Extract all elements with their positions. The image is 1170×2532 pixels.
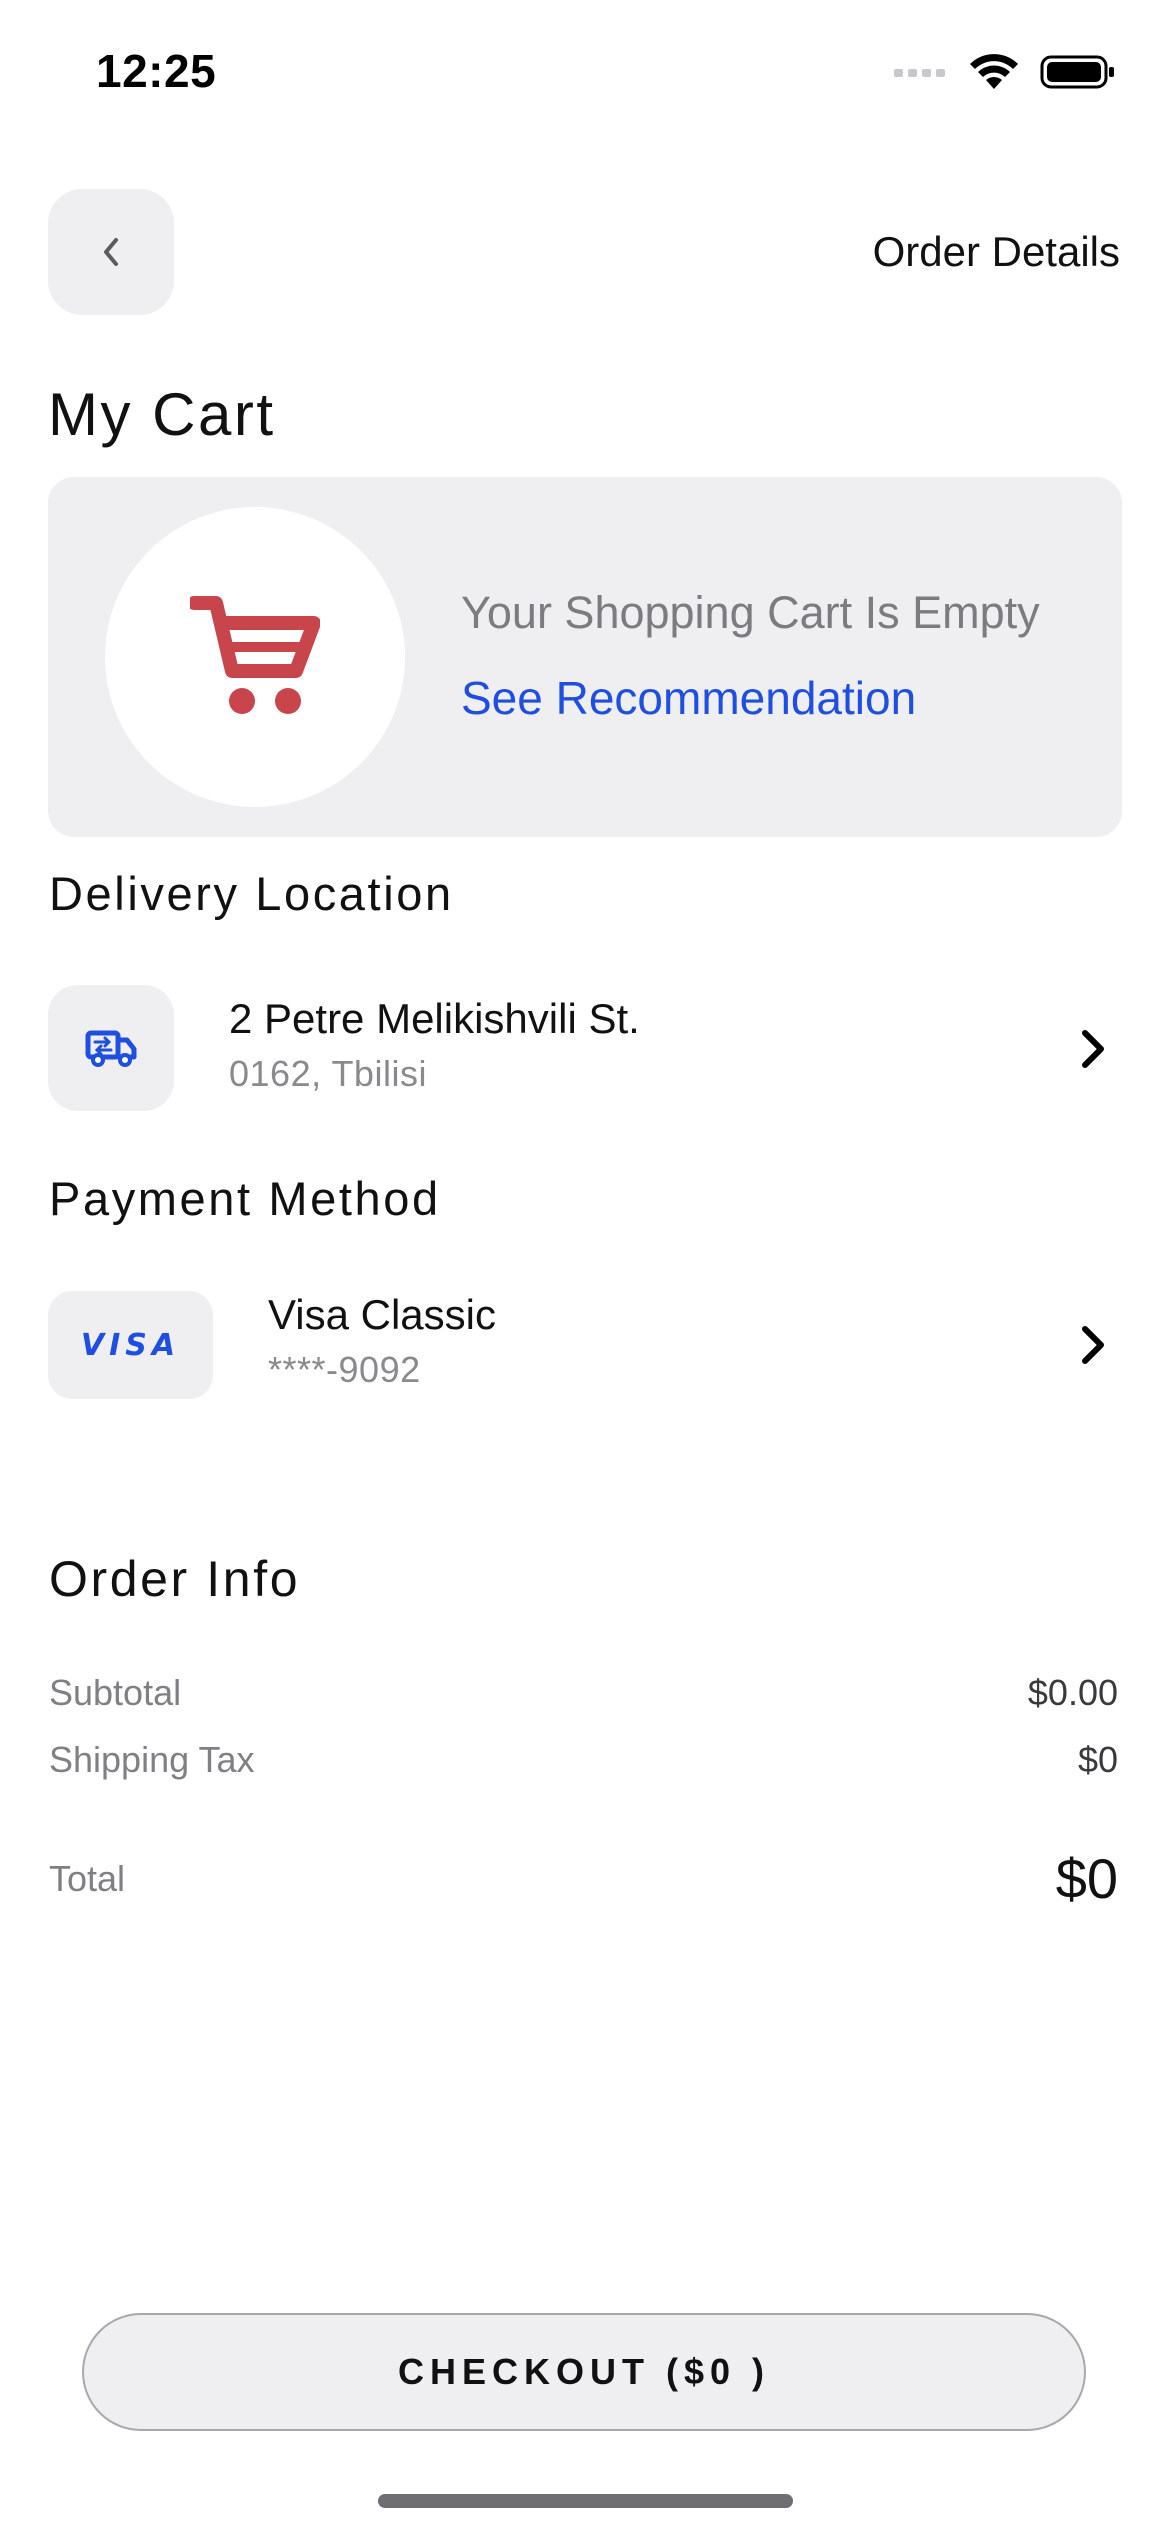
back-button[interactable] xyxy=(48,189,174,315)
visa-logo: VISA xyxy=(80,1327,181,1363)
wifi-icon xyxy=(970,54,1018,89)
shipping-tax-label: Shipping Tax xyxy=(49,1739,255,1780)
total-value: $0 xyxy=(1055,1847,1118,1910)
empty-cart-card: Your Shopping Cart Is Empty See Recommen… xyxy=(48,477,1122,837)
cart-empty-message: Your Shopping Cart Is Empty xyxy=(461,587,1040,638)
header-title: Order Details xyxy=(872,228,1120,275)
total-label: Total xyxy=(49,1858,126,1899)
card-number: ****-9092 xyxy=(268,1349,421,1390)
battery-icon xyxy=(1040,55,1114,89)
cart-icon-circle xyxy=(105,507,405,807)
shopping-cart-icon xyxy=(190,596,320,714)
visa-card-tile: VISA xyxy=(48,1291,213,1399)
payment-method-row[interactable]: VISA Visa Classic ****-9092 xyxy=(48,1291,1122,1399)
page-title: My Cart xyxy=(48,381,276,448)
status-icons xyxy=(894,52,1116,92)
subtotal-value: $0.00 xyxy=(1027,1672,1118,1713)
chevron-right-icon[interactable] xyxy=(1078,1323,1108,1367)
delivery-address-line1: 2 Petre Melikishvili St. xyxy=(229,995,640,1042)
delivery-address-line2: 0162, Tbilisi xyxy=(229,1053,427,1094)
delivery-icon-tile xyxy=(48,985,174,1111)
payment-method-heading: Payment Method xyxy=(49,1172,441,1225)
card-name: Visa Classic xyxy=(268,1291,496,1338)
status-time: 12:25 xyxy=(96,45,217,97)
delivery-location-heading: Delivery Location xyxy=(49,867,454,920)
subtotal-label: Subtotal xyxy=(49,1672,182,1713)
order-info-heading: Order Info xyxy=(49,1551,301,1607)
checkout-button[interactable]: CHECKOUT ($0 ) xyxy=(82,2313,1086,2431)
shipping-tax-value: $0 xyxy=(1077,1739,1118,1780)
chevron-right-icon[interactable] xyxy=(1078,1027,1108,1071)
chevron-left-icon xyxy=(104,238,118,266)
delivery-truck-icon xyxy=(85,1030,137,1067)
delivery-location-row[interactable]: 2 Petre Melikishvili St. 0162, Tbilisi xyxy=(48,985,1122,1111)
home-indicator xyxy=(378,2494,793,2508)
see-recommendation-link[interactable]: See Recommendation xyxy=(461,671,916,725)
cellular-signal-icon xyxy=(894,69,945,77)
